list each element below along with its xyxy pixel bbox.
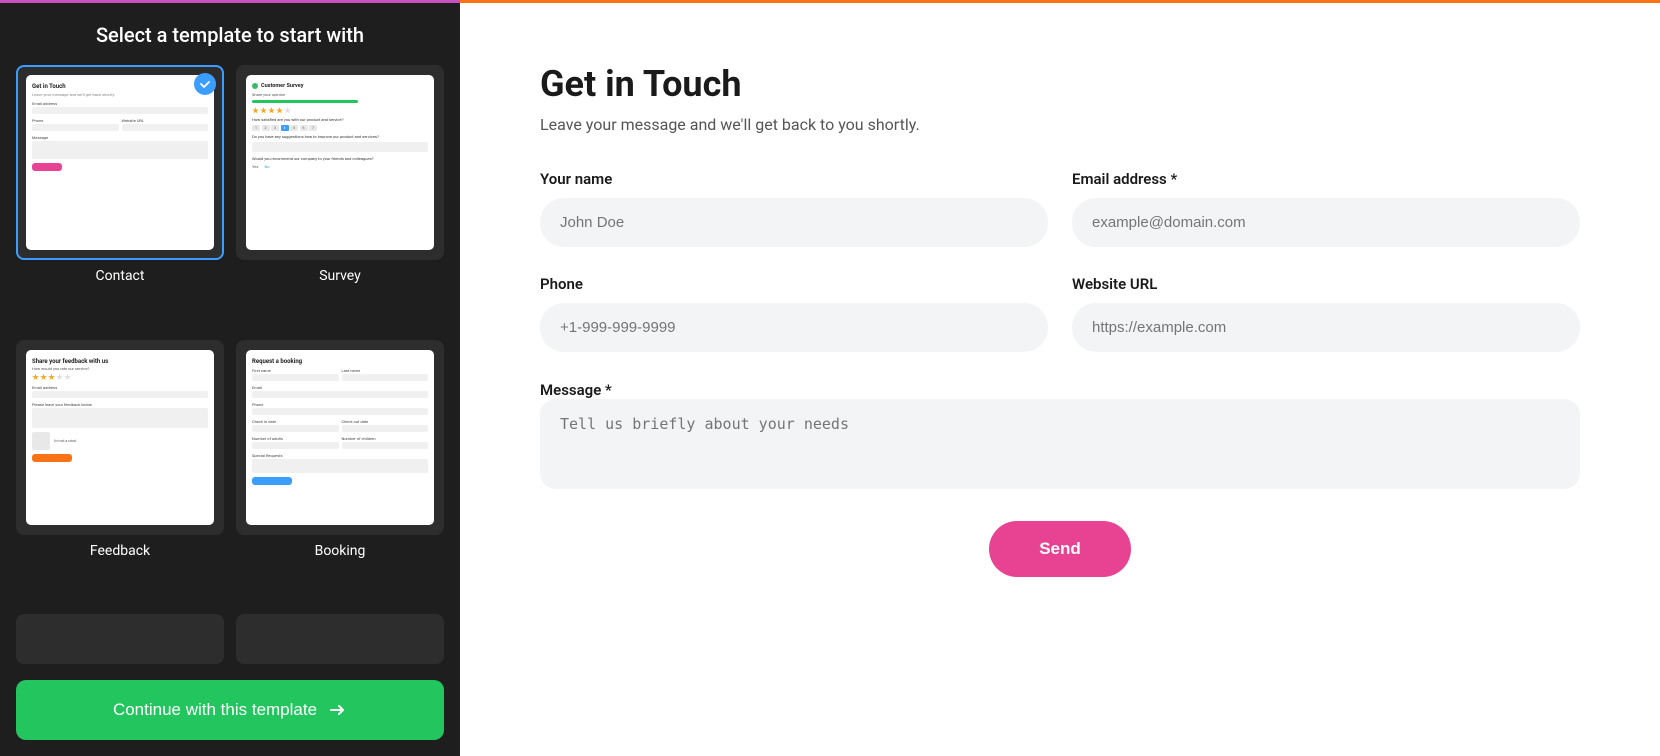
template-thumb-partial-2 <box>236 614 444 664</box>
template-thumb-contact[interactable]: Get in Touch Leave your message and we'l… <box>16 65 224 260</box>
feedback-mini-preview: Share your feedback with us How would yo… <box>26 350 214 525</box>
templates-grid-bottom <box>16 614 444 664</box>
label-message: Message * <box>540 381 612 399</box>
template-thumb-booking[interactable]: Request a booking First name Last name E… <box>236 340 444 535</box>
form-row-1: Your name Email address * <box>540 170 1580 247</box>
label-your-name: Your name <box>540 170 1048 188</box>
template-label-feedback: Feedback <box>90 543 150 559</box>
template-label-survey: Survey <box>319 268 361 284</box>
left-panel: Select a template to start with Get in T… <box>0 0 460 756</box>
template-item-survey[interactable]: Customer Survey Share your opinion How s… <box>236 65 444 328</box>
label-website-url: Website URL <box>1072 275 1580 293</box>
template-item-booking[interactable]: Request a booking First name Last name E… <box>236 340 444 603</box>
template-item-feedback[interactable]: Share your feedback with us How would yo… <box>16 340 224 603</box>
form-heading: Get in Touch <box>540 63 1580 105</box>
form-row-2: Phone Website URL <box>540 275 1580 352</box>
input-email-address[interactable] <box>1072 198 1580 247</box>
continue-button-label: Continue with this template <box>113 700 317 720</box>
form-subheading: Leave your message and we'll get back to… <box>540 115 1580 134</box>
form-group-website: Website URL <box>1072 275 1580 352</box>
send-button[interactable]: Send <box>989 521 1131 577</box>
template-thumb-survey[interactable]: Customer Survey Share your opinion How s… <box>236 65 444 260</box>
continue-button[interactable]: Continue with this template <box>16 680 444 740</box>
panel-title: Select a template to start with <box>96 23 364 47</box>
form-group-message: Message * <box>540 380 1580 493</box>
contact-mini-preview: Get in Touch Leave your message and we'l… <box>26 75 214 250</box>
input-website-url[interactable] <box>1072 303 1580 352</box>
templates-grid: Get in Touch Leave your message and we'l… <box>16 65 444 602</box>
template-thumb-feedback[interactable]: Share your feedback with us How would yo… <box>16 340 224 535</box>
input-your-name[interactable] <box>540 198 1048 247</box>
template-label-booking: Booking <box>315 543 366 559</box>
template-label-contact: Contact <box>96 268 145 284</box>
input-message[interactable] <box>540 399 1580 489</box>
booking-mini-preview: Request a booking First name Last name E… <box>246 350 434 525</box>
right-panel: Get in Touch Leave your message and we'l… <box>460 0 1660 756</box>
label-email-address: Email address * <box>1072 170 1580 188</box>
form-group-email: Email address * <box>1072 170 1580 247</box>
form-group-name: Your name <box>540 170 1048 247</box>
form-group-phone: Phone <box>540 275 1048 352</box>
input-phone[interactable] <box>540 303 1048 352</box>
template-thumb-partial-1 <box>16 614 224 664</box>
arrow-right-icon <box>327 700 347 720</box>
template-item-contact[interactable]: Get in Touch Leave your message and we'l… <box>16 65 224 328</box>
selected-check-icon <box>194 73 216 95</box>
label-phone: Phone <box>540 275 1048 293</box>
survey-mini-preview: Customer Survey Share your opinion How s… <box>246 75 434 250</box>
